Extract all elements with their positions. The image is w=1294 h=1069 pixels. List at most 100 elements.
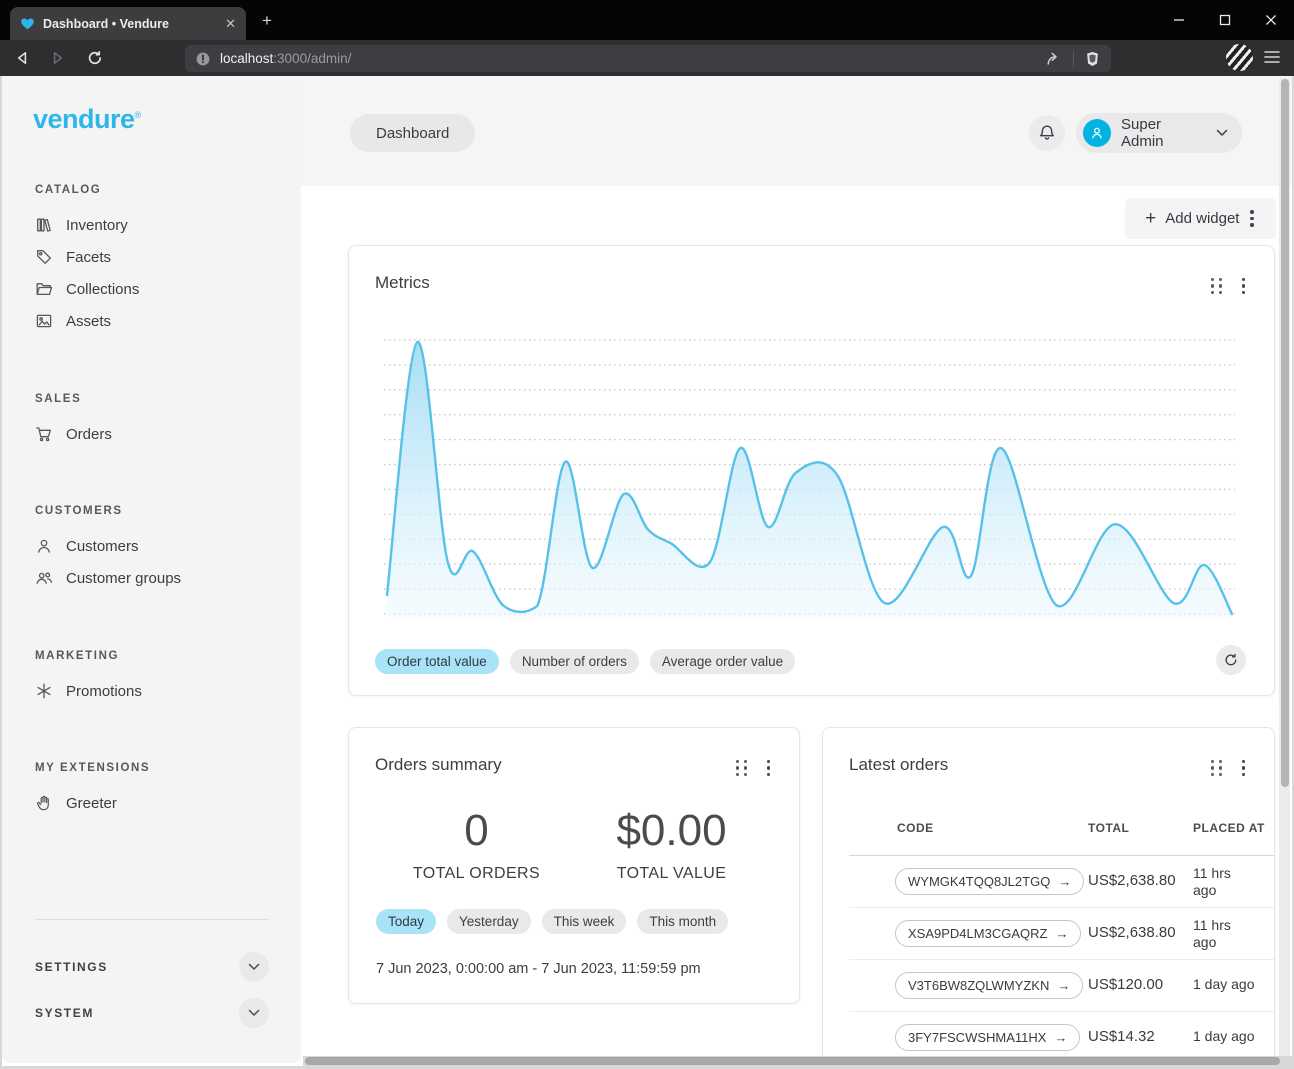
section-label: SETTINGS <box>35 960 108 974</box>
order-code-link[interactable]: WYMGK4TQQ8JL2TGQ→ <box>895 868 1084 895</box>
folder-icon <box>35 280 53 298</box>
section-label: SALES <box>35 393 281 405</box>
top-bar: Dashboard Super Admin <box>301 76 1292 186</box>
order-placed-at: 1 day ago <box>1193 976 1255 993</box>
refresh-button[interactable] <box>1216 645 1246 675</box>
total-orders-label: TOTAL ORDERS <box>379 865 574 883</box>
table-row: XSA9PD4LM3CGAQRZ→ US$2,638.80 11 hrs ago <box>823 908 1274 960</box>
sidebar-item-orders[interactable]: Orders <box>35 418 281 450</box>
section-label: SYSTEM <box>35 1006 94 1020</box>
total-orders-value: 0 <box>379 806 574 856</box>
chip-average-order-value[interactable]: Average order value <box>650 649 795 674</box>
add-widget-menu-icon[interactable] <box>1248 208 1255 228</box>
tag-icon <box>35 248 53 266</box>
vendure-logo[interactable]: vendure® <box>33 104 141 135</box>
user-icon <box>35 537 53 555</box>
arrow-right-icon: → <box>1058 874 1071 889</box>
site-info-icon[interactable] <box>195 51 211 67</box>
asterisk-icon <box>35 682 53 700</box>
favicon-vendure-icon <box>20 16 35 31</box>
sidebar-item-assets[interactable]: Assets <box>35 305 281 337</box>
order-code-link[interactable]: 3FY7FSCWSHMA11HX→ <box>895 1024 1080 1051</box>
divider <box>1073 51 1074 67</box>
drag-handle-icon[interactable] <box>1211 760 1223 776</box>
horizontal-scrollbar-thumb[interactable] <box>305 1057 1280 1065</box>
expand-settings-button[interactable] <box>239 952 269 982</box>
tab-close-icon[interactable]: ✕ <box>225 16 236 32</box>
widget-menu-icon[interactable] <box>1240 276 1247 296</box>
sidebar-item-customers[interactable]: Customers <box>35 530 281 562</box>
users-icon <box>35 569 53 587</box>
table-header: CODE TOTAL PLACED AT <box>823 821 1274 841</box>
sidebar-item-label: Inventory <box>66 217 128 234</box>
section-label: CUSTOMERS <box>35 505 281 517</box>
brave-shield-icon[interactable] <box>1084 50 1101 68</box>
window-minimize-button[interactable] <box>1156 0 1202 40</box>
arrow-right-icon: → <box>1055 926 1068 941</box>
orders-summary-widget: Orders summary 0 TOTAL ORDERS $0.00 TOTA… <box>348 727 800 1004</box>
metrics-widget: Metrics Order total value Number of or <box>348 245 1275 696</box>
main-content: Dashboard Super Admin + Add widget <box>301 76 1292 1066</box>
url-bar[interactable]: localhost:3000/admin/ <box>185 45 1111 72</box>
sidebar-item-label: Orders <box>66 426 112 443</box>
share-icon[interactable] <box>1045 50 1063 68</box>
order-placed-at: 11 hrs ago <box>1193 865 1255 899</box>
nav-section-sales: SALES Orders <box>35 393 281 450</box>
sidebar-item-greeter[interactable]: Greeter <box>35 787 281 819</box>
arrow-right-icon: → <box>1057 978 1070 993</box>
library-icon <box>35 216 53 234</box>
cart-icon <box>35 425 53 443</box>
order-total: US$2,638.80 <box>1088 924 1176 941</box>
sidebar-item-promotions[interactable]: Promotions <box>35 675 281 707</box>
area-fill <box>387 342 1232 617</box>
sidebar: vendure® CATALOG Inventory Facets Collec… <box>2 76 301 1063</box>
vertical-scrollbar <box>1279 78 1290 1056</box>
chip-today[interactable]: Today <box>376 909 436 934</box>
notifications-button[interactable] <box>1029 115 1065 151</box>
arrow-right-icon: → <box>1054 1030 1067 1045</box>
new-tab-button[interactable]: + <box>258 12 276 30</box>
chip-number-of-orders[interactable]: Number of orders <box>510 649 639 674</box>
chip-order-total-value[interactable]: Order total value <box>375 649 499 674</box>
vertical-scrollbar-thumb[interactable] <box>1281 79 1289 787</box>
drag-handle-icon[interactable] <box>1211 278 1223 294</box>
sidebar-item-label: Greeter <box>66 795 117 812</box>
order-code-link[interactable]: V3T6BW8ZQLWMYZKN→ <box>895 972 1083 999</box>
user-avatar <box>1083 119 1111 147</box>
sidebar-section-system[interactable]: SYSTEM <box>35 997 269 1029</box>
sidebar-item-label: Customer groups <box>66 570 181 587</box>
metric-chips: Order total value Number of orders Avera… <box>375 649 795 674</box>
date-range: 7 Jun 2023, 0:00:00 am - 7 Jun 2023, 11:… <box>376 961 701 977</box>
sidebar-item-label: Facets <box>66 249 111 266</box>
sidebar-item-customer-groups[interactable]: Customer groups <box>35 562 281 594</box>
sidebar-item-facets[interactable]: Facets <box>35 241 281 273</box>
order-code-link[interactable]: XSA9PD4LM3CGAQRZ→ <box>895 920 1081 947</box>
window-maximize-button[interactable] <box>1202 0 1248 40</box>
window-close-button[interactable] <box>1248 0 1294 40</box>
reload-button[interactable] <box>80 43 110 73</box>
widget-menu-icon[interactable] <box>1240 758 1247 778</box>
browser-tab[interactable]: Dashboard • Vendure ✕ <box>10 7 246 40</box>
user-menu-button[interactable]: Super Admin <box>1076 113 1242 153</box>
sidebar-item-inventory[interactable]: Inventory <box>35 209 281 241</box>
widget-title: Metrics <box>375 273 430 293</box>
breadcrumb[interactable]: Dashboard <box>350 114 475 152</box>
expand-system-button[interactable] <box>239 998 269 1028</box>
drag-handle-icon[interactable] <box>736 760 748 776</box>
sidebar-item-collections[interactable]: Collections <box>35 273 281 305</box>
image-icon <box>35 312 53 330</box>
browser-profile-avatar[interactable] <box>1226 44 1253 71</box>
add-widget-button[interactable]: + Add widget <box>1125 198 1276 239</box>
sidebar-section-settings[interactable]: SETTINGS <box>35 951 269 983</box>
total-orders-stat: 0 TOTAL ORDERS <box>379 806 574 883</box>
chip-yesterday[interactable]: Yesterday <box>447 909 531 934</box>
table-row: WYMGK4TQQ8JL2TGQ→ US$2,638.80 11 hrs ago <box>823 856 1274 908</box>
widget-menu-icon[interactable] <box>765 758 772 778</box>
forward-button[interactable] <box>42 43 72 73</box>
widget-title: Orders summary <box>375 755 502 775</box>
back-button[interactable] <box>8 43 38 73</box>
chip-this-month[interactable]: This month <box>637 909 728 934</box>
chip-this-week[interactable]: This week <box>542 909 627 934</box>
order-placed-at: 11 hrs ago <box>1193 917 1255 951</box>
browser-menu-icon[interactable] <box>1263 49 1281 65</box>
